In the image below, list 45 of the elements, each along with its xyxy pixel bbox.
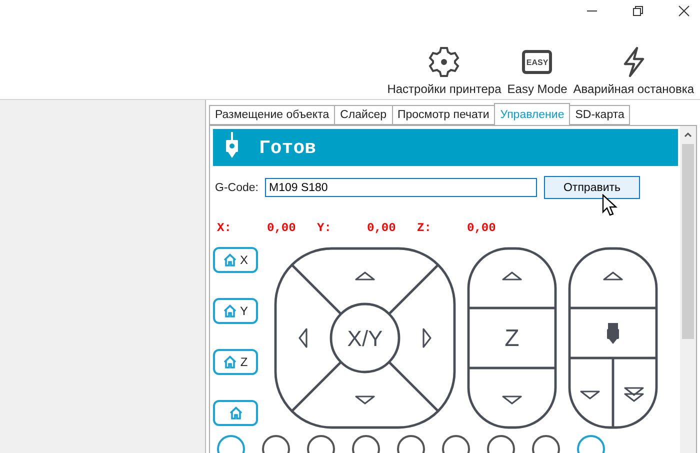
toolbar-button[interactable]: Настройки принтера	[387, 46, 502, 96]
scrollbar-thumb[interactable]	[682, 144, 694, 339]
scrollbar[interactable]	[680, 126, 696, 453]
home-axis-button[interactable]: Z	[213, 349, 258, 376]
double-down-arrow-icon[interactable]	[624, 387, 644, 402]
up-arrow-icon[interactable]	[603, 272, 623, 281]
up-arrow-icon[interactable]	[502, 272, 522, 281]
tab[interactable]: SD-карта	[569, 105, 630, 125]
toolbar-button[interactable]: Аварийная остановка	[573, 46, 694, 96]
home-axis-button[interactable]: X	[213, 247, 258, 274]
toolbar-button[interactable]: EASY Easy Mode	[507, 46, 568, 96]
down-arrow-icon[interactable]	[355, 396, 375, 405]
axis-value: 0,00	[367, 221, 397, 236]
tab[interactable]: Слайсер	[334, 105, 392, 125]
axis-value: 0,00	[467, 221, 497, 236]
axis-label: Y:	[317, 221, 332, 236]
home-icon	[223, 355, 238, 370]
left-arrow-icon[interactable]	[298, 328, 308, 348]
z-label[interactable]: Z	[504, 325, 520, 352]
gcode-input[interactable]: M109 S180	[265, 178, 537, 198]
send-button[interactable]: Отправить	[544, 176, 640, 200]
tab[interactable]: Размещение объекта	[209, 105, 336, 125]
nozzle-icon	[607, 323, 619, 344]
scroll-up-icon[interactable]	[683, 130, 693, 140]
xy-label[interactable]: X/Y	[347, 326, 383, 352]
right-arrow-icon[interactable]	[422, 328, 432, 348]
easy-mode-icon: EASY	[522, 50, 552, 74]
up-arrow-icon[interactable]	[355, 272, 375, 281]
close-icon[interactable]	[676, 3, 692, 19]
axis-label: Z:	[417, 221, 432, 236]
tab[interactable]: Просмотр печати	[392, 105, 496, 125]
home-icon	[222, 304, 237, 318]
home-all-button[interactable]	[213, 400, 258, 426]
home-icon	[222, 253, 237, 268]
status-text: Готов	[259, 136, 316, 159]
settings-icon	[428, 46, 460, 78]
mouse-cursor-icon	[602, 194, 618, 218]
axis-value: 0,00	[267, 221, 297, 236]
home-axis-button[interactable]: Y	[213, 298, 258, 324]
down-arrow-icon[interactable]	[580, 390, 600, 400]
home-icon	[228, 406, 242, 420]
restore-icon[interactable]	[630, 3, 646, 19]
down-arrow-icon[interactable]	[502, 396, 522, 405]
gcode-label: G-Code:	[215, 182, 260, 194]
axis-label: X:	[217, 221, 232, 236]
